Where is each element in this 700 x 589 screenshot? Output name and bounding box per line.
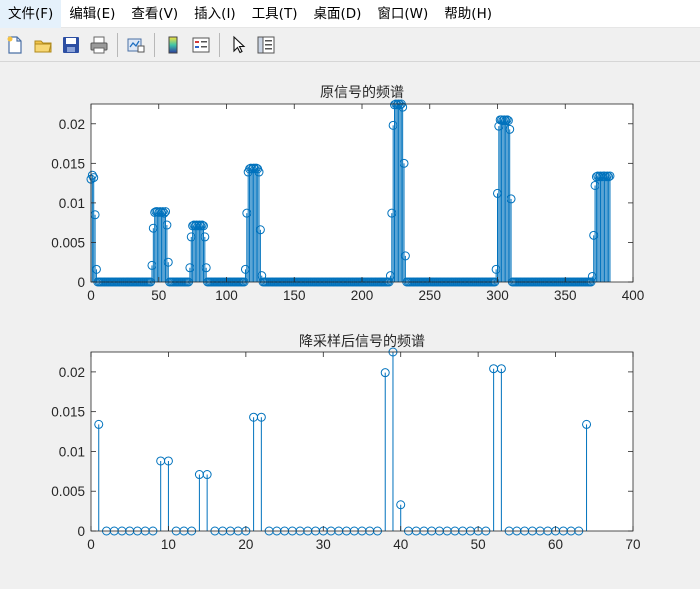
y-tick-label: 0.015 [51,405,85,420]
x-tick-label: 50 [471,537,486,552]
plot-area [91,104,633,282]
axes-downsampled-spectrum[interactable]: 降采样后信号的频谱 0 10 20 30 40 50 60 70 0 0.005 0.01 0.015… [0,322,700,589]
x-tick-label: 300 [486,288,509,303]
menu-desktop[interactable]: 桌面(D) [305,0,369,28]
x-tick-label: 400 [622,288,645,303]
colorbar-icon[interactable] [161,33,185,57]
property-inspector-icon[interactable] [254,33,278,57]
print-icon[interactable] [87,33,111,57]
x-tick-label: 100 [215,288,238,303]
save-icon[interactable] [59,33,83,57]
x-tick-label: 0 [87,288,95,303]
y-tick-label: 0.01 [59,196,85,211]
y-tick-label: 0.015 [51,156,85,171]
toolbar-divider [219,33,220,57]
menu-window[interactable]: 窗口(W) [369,0,436,28]
y-tick-label: 0 [77,524,85,539]
y-tick-label: 0.005 [51,484,85,499]
figure-toolbar [0,29,700,62]
x-tick-label: 60 [548,537,563,552]
x-tick-label: 70 [625,537,640,552]
link-plot-icon[interactable] [124,33,148,57]
y-tick-label: 0.005 [51,235,85,250]
chart-title: 原信号的频谱 [320,85,404,101]
pointer-icon[interactable] [226,33,250,57]
y-tick-label: 0.02 [59,117,85,132]
x-tick-label: 350 [554,288,577,303]
x-tick-label: 150 [283,288,306,303]
y-tick-label: 0.01 [59,444,85,459]
x-tick-label: 250 [418,288,441,303]
x-tick-label: 30 [316,537,331,552]
chart-title: 降采样后信号的频谱 [299,334,425,350]
plot-area [91,352,633,531]
x-tick-label: 40 [393,537,408,552]
legend-icon[interactable] [189,33,213,57]
menu-help[interactable]: 帮助(H) [436,0,500,28]
y-tick-label: 0 [77,275,85,290]
new-figure-icon[interactable] [3,33,27,57]
open-folder-icon[interactable] [31,33,55,57]
figure-canvas: 原信号的频谱 0 50 100 150 200 250 300 350 400 0 0.005 0.0… [0,62,700,589]
menu-edit[interactable]: 编辑(E) [61,0,123,28]
y-tick-label: 0.02 [59,365,85,380]
x-tick-label: 50 [151,288,166,303]
menu-tools[interactable]: 工具(T) [244,0,306,28]
x-tick-label: 200 [351,288,374,303]
axes-original-spectrum[interactable]: 原信号的频谱 0 50 100 150 200 250 300 350 400 0 0.005 0.0… [0,62,700,322]
x-tick-label: 20 [238,537,253,552]
menu-insert[interactable]: 插入(I) [186,0,244,28]
menu-bar: 文件(F) 编辑(E) 查看(V) 插入(I) 工具(T) 桌面(D) 窗口(W… [0,0,700,28]
menu-view[interactable]: 查看(V) [123,0,186,28]
menu-file[interactable]: 文件(F) [0,0,62,28]
x-tick-label: 10 [161,537,176,552]
toolbar-divider [117,33,118,57]
toolbar-divider [154,33,155,57]
x-tick-label: 0 [87,537,95,552]
